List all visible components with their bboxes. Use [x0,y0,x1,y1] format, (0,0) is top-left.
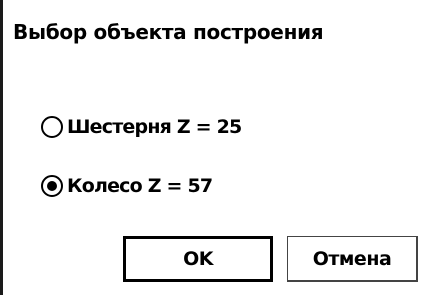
radio-label-gear: Шестерня Z = 25 [67,116,242,138]
radio-button-wheel[interactable] [41,175,63,197]
radio-label-wheel: Колесо Z = 57 [67,175,213,197]
ok-button[interactable]: OK [123,236,273,282]
radio-button-gear[interactable] [41,116,63,138]
radio-option-gear[interactable]: Шестерня Z = 25 [41,113,242,141]
cancel-button[interactable]: Отмена [287,236,418,282]
radio-option-wheel[interactable]: Колесо Z = 57 [41,172,213,200]
dialog-title: Выбор объекта построения [13,20,324,44]
radio-dot-icon [47,181,57,191]
build-object-dialog: Выбор объекта построения Шестерня Z = 25… [3,0,435,295]
